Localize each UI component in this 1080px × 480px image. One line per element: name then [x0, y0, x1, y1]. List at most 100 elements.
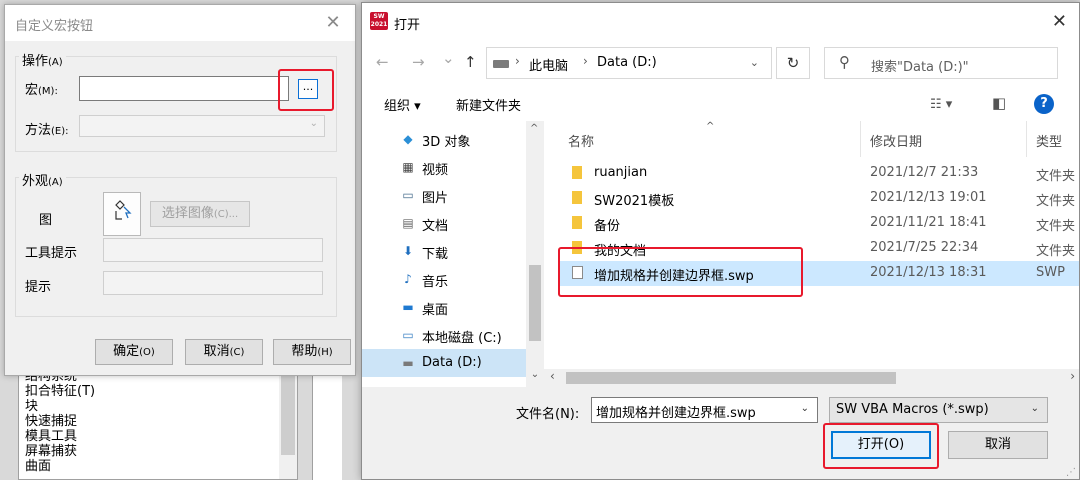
scroll-right-icon[interactable]: › [1070, 369, 1075, 383]
scroll-up-icon[interactable]: ^ [530, 123, 538, 134]
resize-grip-icon[interactable]: ⋰ [1066, 467, 1076, 478]
preview-pane-icon[interactable]: ◧ [992, 94, 1006, 112]
document-icon: ▤ [402, 216, 414, 230]
file-name: 备份 [594, 219, 621, 234]
macro-path-input[interactable] [79, 76, 289, 101]
scroll-down-icon[interactable]: ⌄ [526, 369, 544, 387]
highlight-selected-file [558, 247, 803, 297]
highlight-browse [278, 69, 334, 111]
file-date: 2021/12/13 19:01 [870, 190, 987, 205]
refresh-icon[interactable]: ↻ [776, 47, 810, 79]
feature-list: 结构系统 扣合特征(T) 块快速捕捉 模具工具 屏幕捕获 曲面 [18, 368, 298, 480]
scroll-thumb[interactable] [281, 375, 295, 455]
column-header-name[interactable]: 名称 [568, 121, 594, 157]
feature-list-item[interactable]: 曲面 [25, 459, 95, 474]
horizontal-scrollbar[interactable]: ‹ › [544, 369, 1079, 387]
sidebar-item-label: 3D 对象 [422, 135, 471, 150]
folder-icon [572, 191, 582, 204]
organize-button[interactable]: 组织 ▾ [384, 95, 421, 114]
navigation-pane-scrollbar[interactable]: ^ [526, 121, 544, 385]
feature-list-item[interactable]: 块 [25, 399, 95, 414]
search-box[interactable]: ⚲ 搜索"Data (D:)" [824, 47, 1058, 79]
sidebar-item[interactable]: ▬ 桌面 [362, 293, 526, 321]
macro-label: 宏(M): [25, 83, 58, 98]
filename-input[interactable]: 增加规格并创建边界框.swp ⌄ [591, 397, 818, 423]
scroll-thumb[interactable] [566, 372, 896, 384]
breadcrumb-separator: › [515, 54, 520, 68]
back-icon[interactable]: ← [376, 53, 389, 71]
recent-locations-icon[interactable]: ⌄ [442, 49, 455, 67]
chevron-down-icon[interactable]: ⌄ [801, 403, 809, 414]
help-icon[interactable]: ? [1034, 94, 1054, 114]
feature-list-scrollbar[interactable] [279, 369, 297, 479]
feature-list-item[interactable]: 扣合特征(T) [25, 384, 95, 399]
dialog-title: 自定义宏按钮 [15, 19, 94, 34]
sidebar-item[interactable]: ▭ 本地磁盘 (E:) [362, 377, 526, 385]
sidebar-item[interactable]: ▭ 图片 [362, 181, 526, 209]
background-panel [312, 368, 342, 480]
up-icon[interactable]: ↑ [464, 53, 477, 71]
feature-list-item[interactable]: 模具工具 [25, 429, 95, 444]
sidebar-item-label: 图片 [422, 191, 449, 206]
close-icon[interactable]: ✕ [1052, 11, 1067, 32]
address-bar[interactable]: › 此电脑 › Data (D:) ⌄ [486, 47, 772, 79]
column-header-date[interactable]: 修改日期 [870, 121, 922, 157]
sidebar-item[interactable]: ▭ 本地磁盘 (C:) [362, 321, 526, 349]
title-bar: SW 2021 打开 ✕ [362, 3, 1079, 41]
file-type: 文件夹 [1036, 244, 1076, 259]
breadcrumb-this-pc[interactable]: 此电脑 [529, 55, 568, 74]
feature-list-item[interactable]: 屏幕捕获 [25, 444, 95, 459]
file-row[interactable]: ruanjian 2021/12/7 21:33 文件夹 [558, 161, 1079, 186]
column-divider[interactable] [1026, 121, 1027, 157]
image-preview-button[interactable] [103, 192, 141, 236]
folder-icon [572, 216, 582, 229]
view-options-icon[interactable]: ☷ ▾ [930, 97, 952, 112]
chevron-down-icon: ⌄ [1030, 403, 1039, 414]
sidebar-item[interactable]: ◆ 3D 对象 [362, 125, 526, 153]
file-date: 2021/7/25 22:34 [870, 240, 979, 255]
prompt-input[interactable] [103, 271, 323, 295]
sidebar-item[interactable]: ▤ 文档 [362, 209, 526, 237]
method-select[interactable]: ⌄ [79, 115, 325, 137]
sidebar-item[interactable]: ▦ 视频 [362, 153, 526, 181]
sidebar-item[interactable]: ⬇ 下载 [362, 237, 526, 265]
sidebar-item-label: 下载 [422, 247, 449, 262]
breadcrumb-data-drive[interactable]: Data (D:) [597, 55, 657, 70]
ok-button[interactable]: 确定(O) [95, 339, 173, 365]
filename-value: 增加规格并创建边界框.swp [596, 406, 756, 421]
column-divider[interactable] [860, 121, 861, 157]
tooltip-label: 工具提示 [25, 246, 78, 261]
help-button[interactable]: 帮助(H) [273, 339, 351, 365]
forward-icon[interactable]: → [412, 53, 425, 71]
file-type: 文件夹 [1036, 194, 1076, 209]
navigation-pane: ◆ 3D 对象 ▦ 视频 ▭ 图片 ▤ 文档 ⬇ 下载 ♪ 音乐 ▬ 桌面 ▭ 本地磁盘 (C:) ▬ Data … [362, 121, 526, 385]
file-type-value: SW VBA Macros (*.swp) [836, 402, 989, 417]
file-row[interactable]: 备份 2021/11/21 18:41 文件夹 [558, 211, 1079, 236]
feature-list-items: 结构系统 扣合特征(T) 块快速捕捉 模具工具 屏幕捕获 曲面 [25, 369, 95, 474]
new-folder-button[interactable]: 新建文件夹 [456, 95, 521, 114]
select-image-button[interactable]: 选择图像(C)... [150, 201, 250, 227]
close-icon[interactable]: ✕ [319, 11, 347, 35]
chevron-down-icon[interactable]: ⌄ [750, 56, 759, 69]
file-name: ruanjian [594, 165, 648, 180]
sidebar-item-label: 视频 [422, 163, 449, 178]
sidebar-item-label: 文档 [422, 219, 449, 234]
appearance-group-title: 外观(A) [19, 170, 66, 189]
picture-icon: ▭ [402, 188, 414, 202]
scroll-thumb[interactable] [529, 265, 541, 341]
sort-arrow-icon: ^ [706, 121, 715, 132]
feature-list-item[interactable]: 快速捕捉 [25, 414, 95, 429]
image-label: 图 [39, 213, 53, 228]
cancel-button[interactable]: 取消 [948, 431, 1048, 459]
file-row[interactable]: SW2021模板 2021/12/13 19:01 文件夹 [558, 186, 1079, 211]
cancel-button[interactable]: 取消(C) [185, 339, 263, 365]
drive-icon: ▬ [402, 356, 414, 370]
file-type-select[interactable]: SW VBA Macros (*.swp) ⌄ [829, 397, 1048, 423]
column-header-type[interactable]: 类型 [1036, 121, 1062, 157]
sidebar-item[interactable]: ▬ Data (D:) [362, 349, 526, 377]
toolbar: 组织 ▾ 新建文件夹 ☷ ▾ ◧ ? [362, 89, 1079, 119]
desktop-icon: ▬ [402, 300, 414, 314]
scroll-left-icon[interactable]: ‹ [550, 369, 555, 383]
tooltip-input[interactable] [103, 238, 323, 262]
sidebar-item[interactable]: ♪ 音乐 [362, 265, 526, 293]
